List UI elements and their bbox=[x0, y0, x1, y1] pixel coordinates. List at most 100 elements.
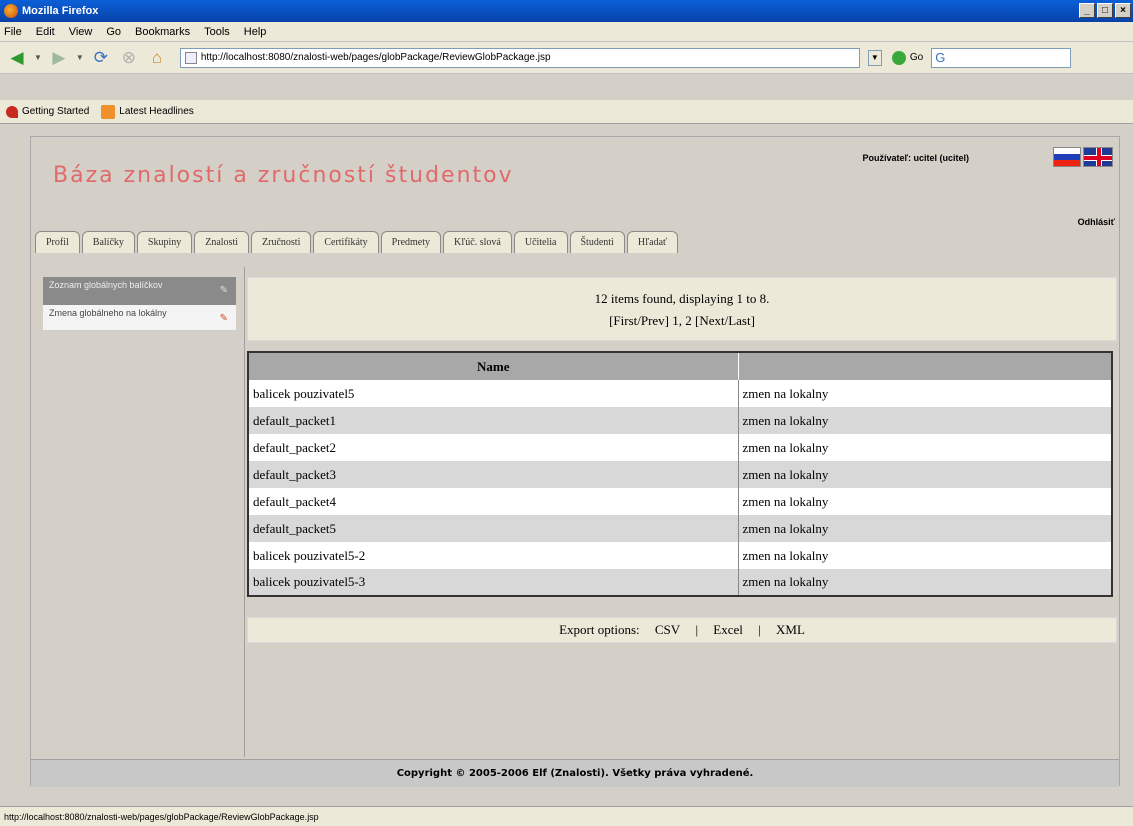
url-bar[interactable]: http://localhost:8080/znalosti-web/pages… bbox=[179, 47, 860, 68]
copyright-footer: Copyright © 2005-2006 Elf (Znalosti). Vš… bbox=[31, 759, 1119, 787]
go-button[interactable]: Go bbox=[891, 50, 924, 65]
left-menu-label: Zoznam globálnych balíčkov bbox=[49, 280, 163, 290]
left-menu-item-global-to-local[interactable]: Zmena globálneho na lokálny ✎ bbox=[43, 305, 236, 331]
change-to-local-link[interactable]: zmen na lokalny bbox=[738, 434, 1113, 461]
menu-help[interactable]: Help bbox=[244, 26, 267, 38]
stop-icon[interactable]: ⊗ bbox=[118, 47, 140, 69]
table-row: balicek pouzivatel5-2 zmen na lokalny bbox=[248, 542, 1113, 569]
change-to-local-link[interactable]: zmen na lokalny bbox=[738, 569, 1113, 596]
change-to-local-link[interactable]: zmen na lokalny bbox=[738, 380, 1113, 407]
tab-zrucnosti[interactable]: Zručnosti bbox=[251, 231, 312, 253]
paging-summary: 12 items found, displaying 1 to 8. bbox=[594, 291, 770, 306]
tab-predmety[interactable]: Predmety bbox=[380, 231, 441, 253]
left-menu-label: Zmena globálneho na lokálny bbox=[49, 308, 167, 318]
menu-go[interactable]: Go bbox=[106, 26, 121, 38]
change-to-local-link[interactable]: zmen na lokalny bbox=[738, 488, 1113, 515]
window-titlebar: Mozilla Firefox _ □ × bbox=[0, 0, 1133, 22]
bookmark-getting-started[interactable]: Getting Started bbox=[6, 105, 90, 118]
tab-profil[interactable]: Profil bbox=[35, 231, 80, 253]
url-dropdown-icon[interactable]: ▼ bbox=[867, 49, 882, 66]
export-options: Export options: CSV | Excel | XML bbox=[247, 617, 1117, 643]
package-name: default_packet2 bbox=[248, 434, 739, 461]
table-row: default_packet3 zmen na lokalny bbox=[248, 461, 1113, 488]
menu-edit[interactable]: Edit bbox=[36, 26, 55, 38]
close-button[interactable]: × bbox=[1115, 3, 1131, 18]
tab-skupiny[interactable]: Skupiny bbox=[136, 231, 193, 253]
paging-links[interactable]: [First/Prev] 1, 2 [Next/Last] bbox=[248, 310, 1116, 332]
page-icon bbox=[184, 51, 197, 64]
back-icon[interactable]: ◀ bbox=[6, 47, 28, 69]
reload-icon[interactable]: ⟳ bbox=[90, 47, 112, 69]
tab-hladat[interactable]: Hľadať bbox=[626, 231, 679, 253]
menu-view[interactable]: View bbox=[69, 26, 93, 38]
url-text: http://localhost:8080/znalosti-web/pages… bbox=[200, 52, 551, 63]
table-row: default_packet2 zmen na lokalny bbox=[248, 434, 1113, 461]
back-dropdown-icon[interactable]: ▼ bbox=[34, 53, 42, 62]
export-xml-link[interactable]: XML bbox=[776, 622, 805, 637]
bookmark-latest-headlines[interactable]: Latest Headlines bbox=[101, 104, 194, 119]
browser-content: Báza znalostí a zručností študentov Použ… bbox=[0, 124, 1133, 804]
change-to-local-link[interactable]: zmen na lokalny bbox=[738, 461, 1113, 488]
tab-studenti[interactable]: Študenti bbox=[569, 231, 625, 253]
export-separator: | bbox=[695, 622, 699, 637]
export-csv-link[interactable]: CSV bbox=[655, 622, 680, 637]
status-bar: http://localhost:8080/znalosti-web/pages… bbox=[0, 806, 1133, 826]
go-label: Go bbox=[909, 52, 924, 63]
table-row: default_packet1 zmen na lokalny bbox=[248, 407, 1113, 434]
window-controls: _ □ × bbox=[1079, 3, 1131, 18]
tab-znalosti[interactable]: Znalosti bbox=[194, 231, 250, 253]
bookmarks-toolbar: Getting Started Latest Headlines bbox=[0, 100, 1133, 124]
go-icon bbox=[891, 50, 906, 65]
column-header-name[interactable]: Name bbox=[248, 352, 739, 380]
status-text: http://localhost:8080/znalosti-web/pages… bbox=[4, 811, 319, 822]
package-name: default_packet5 bbox=[248, 515, 739, 542]
menu-bookmarks[interactable]: Bookmarks bbox=[135, 26, 190, 38]
tab-klucove-slova[interactable]: Kľúč. slová bbox=[443, 231, 512, 253]
pencil-icon: ✎ bbox=[219, 285, 228, 296]
minimize-button[interactable]: _ bbox=[1079, 3, 1095, 18]
search-input[interactable]: G bbox=[931, 47, 1072, 68]
slovak-flag-icon[interactable] bbox=[1053, 147, 1081, 167]
export-separator: | bbox=[758, 622, 761, 637]
change-to-local-link[interactable]: zmen na lokalny bbox=[738, 542, 1113, 569]
english-flag-icon[interactable] bbox=[1083, 147, 1113, 167]
menu-tools[interactable]: Tools bbox=[204, 26, 230, 38]
export-label: Export options: bbox=[559, 622, 640, 637]
logout-link[interactable]: Odhlásiť bbox=[1078, 217, 1115, 227]
pencil-icon: ✎ bbox=[219, 313, 228, 324]
forward-dropdown-icon[interactable]: ▼ bbox=[76, 53, 84, 62]
rss-icon bbox=[101, 104, 116, 119]
window-title: Mozilla Firefox bbox=[22, 5, 99, 17]
packages-table: Name balicek pouzivatel5 zmen na lokalny… bbox=[247, 351, 1113, 597]
table-row: balicek pouzivatel5 zmen na lokalny bbox=[248, 380, 1113, 407]
tab-ucitelia[interactable]: Učitelia bbox=[513, 231, 568, 253]
package-name: balicek pouzivatel5 bbox=[248, 380, 739, 407]
table-row: balicek pouzivatel5-3 zmen na lokalny bbox=[248, 569, 1113, 596]
change-to-local-link[interactable]: zmen na lokalny bbox=[738, 515, 1113, 542]
package-name: balicek pouzivatel5-3 bbox=[248, 569, 739, 596]
user-info: Používateľ: ucitel (ucitel) bbox=[862, 153, 969, 163]
tab-certifikaty[interactable]: Certifikáty bbox=[313, 231, 379, 253]
paging-banner: 12 items found, displaying 1 to 8. [Firs… bbox=[247, 277, 1117, 341]
navigation-toolbar: ◀ ▼ ▶ ▼ ⟳ ⊗ ⌂ http://localhost:8080/znal… bbox=[0, 42, 1133, 74]
bookmark-label: Latest Headlines bbox=[119, 106, 194, 117]
forward-icon[interactable]: ▶ bbox=[48, 47, 70, 69]
getting-started-icon bbox=[6, 105, 18, 118]
package-name: default_packet1 bbox=[248, 407, 739, 434]
package-name: default_packet3 bbox=[248, 461, 739, 488]
home-icon[interactable]: ⌂ bbox=[146, 47, 168, 69]
bookmark-label: Getting Started bbox=[22, 106, 90, 117]
tab-balicky[interactable]: Balíčky bbox=[81, 231, 135, 253]
main-content: 12 items found, displaying 1 to 8. [Firs… bbox=[247, 277, 1117, 643]
left-menu-item-global-packages[interactable]: Zoznam globálnych balíčkov ✎ bbox=[43, 277, 236, 305]
menu-bar: File Edit View Go Bookmarks Tools Help bbox=[0, 22, 1133, 42]
table-row: default_packet4 zmen na lokalny bbox=[248, 488, 1113, 515]
maximize-button[interactable]: □ bbox=[1097, 3, 1113, 18]
change-to-local-link[interactable]: zmen na lokalny bbox=[738, 407, 1113, 434]
export-excel-link[interactable]: Excel bbox=[713, 622, 743, 637]
package-name: balicek pouzivatel5-2 bbox=[248, 542, 739, 569]
package-name: default_packet4 bbox=[248, 488, 739, 515]
menu-file[interactable]: File bbox=[4, 26, 22, 38]
table-row: default_packet5 zmen na lokalny bbox=[248, 515, 1113, 542]
site-title: Báza znalostí a zručností študentov bbox=[53, 163, 514, 188]
